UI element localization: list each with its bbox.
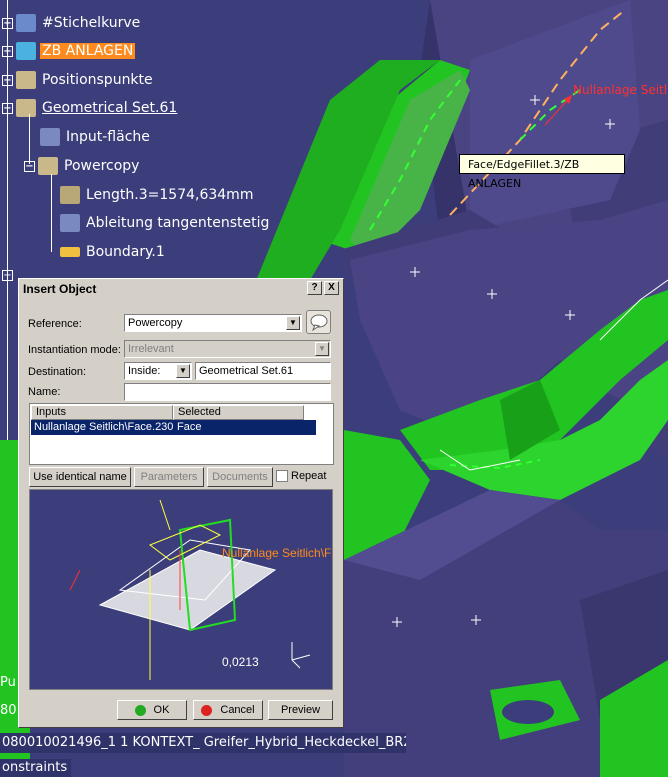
tree-item-ableitung[interactable]: Ableitung tangentenstetig bbox=[60, 213, 271, 233]
ok-button[interactable]: OK bbox=[117, 700, 187, 720]
tree-item-powercopy[interactable]: − Powercopy bbox=[24, 156, 141, 176]
inputs-column-header[interactable]: Inputs bbox=[31, 405, 173, 420]
ok-label: OK bbox=[153, 704, 170, 716]
surface-icon bbox=[40, 128, 60, 146]
instantiation-value: Irrelevant bbox=[128, 343, 174, 355]
close-button[interactable]: X bbox=[324, 281, 339, 295]
inputs-list[interactable]: Inputs Selected Nullanlage Seitlich\Face… bbox=[29, 403, 334, 465]
speech-balloon-icon[interactable] bbox=[306, 310, 331, 334]
surface-icon bbox=[60, 214, 80, 232]
preview-scale: 0,0213 bbox=[222, 655, 259, 669]
documents-button: Documents bbox=[207, 467, 273, 487]
expand-icon[interactable]: + bbox=[2, 270, 13, 281]
dropdown-arrow-icon[interactable]: ▼ bbox=[286, 316, 300, 330]
destination-mode-select[interactable]: Inside: ▼ bbox=[124, 362, 192, 380]
input-cell: Nullanlage Seitlich\Face.230 bbox=[34, 421, 174, 433]
reference-select[interactable]: Powercopy ▼ bbox=[124, 314, 302, 332]
tree-item-zb-anlagen[interactable]: + ZB ANLAGEN bbox=[2, 41, 136, 61]
destination-field[interactable]: Geometrical Set.61 bbox=[195, 362, 331, 380]
insert-object-dialog: Insert Object ? X Reference: Powercopy ▼… bbox=[18, 278, 344, 728]
cancel-label: Cancel bbox=[220, 704, 255, 716]
tree-connector bbox=[7, 0, 8, 440]
parameters-button: Parameters bbox=[134, 467, 204, 487]
reference-value: Powercopy bbox=[128, 317, 183, 329]
instantiation-label: Instantiation mode: bbox=[28, 344, 121, 356]
selected-cell: Face bbox=[177, 421, 202, 433]
tree-connector bbox=[29, 114, 30, 164]
ok-icon bbox=[134, 704, 146, 716]
tree-connector bbox=[51, 174, 52, 252]
powercopy-icon bbox=[38, 157, 58, 175]
dropdown-arrow-icon: ▼ bbox=[315, 342, 329, 356]
table-row[interactable]: Nullanlage Seitlich\Face.230 Face bbox=[31, 420, 316, 435]
cancel-icon bbox=[201, 704, 213, 716]
geometric-set-icon bbox=[16, 42, 36, 60]
reference-label: Reference: bbox=[28, 318, 82, 330]
help-button[interactable]: ? bbox=[307, 281, 322, 295]
boundary-icon bbox=[60, 247, 80, 257]
name-field[interactable] bbox=[124, 383, 331, 401]
selection-tooltip: Face/EdgeFillet.3/ZB ANLAGEN bbox=[459, 154, 625, 190]
cancel-button[interactable]: Cancel bbox=[193, 700, 263, 720]
sketch-curve-icon bbox=[16, 14, 36, 32]
dropdown-arrow-icon[interactable]: ▼ bbox=[176, 364, 190, 378]
tree-item-positionspunkte[interactable]: + Positionspunkte bbox=[2, 70, 155, 90]
geometric-set-icon bbox=[16, 71, 36, 89]
3d-viewport[interactable]: Nullanlage Seitlich Face/EdgeFillet.3/ZB… bbox=[0, 0, 668, 777]
clipped-label: Pu bbox=[0, 675, 16, 690]
tree-item-stichelkurve[interactable]: + #Stichelkurve bbox=[2, 13, 142, 33]
name-label: Name: bbox=[28, 386, 61, 398]
preview-feature-label: Nullanlage Seitlich\F bbox=[222, 546, 332, 560]
tree-item-boundary-1[interactable]: Boundary.1 bbox=[60, 242, 167, 262]
preview-model-icon bbox=[69, 499, 311, 680]
repeat-label: Repeat bbox=[291, 470, 327, 482]
constraints-label: onstraints bbox=[0, 759, 72, 777]
document-name-bar: 080010021496_1 1 KONTEXT_ Greifer_Hybrid… bbox=[0, 733, 406, 753]
geometric-set-icon bbox=[16, 99, 36, 117]
tree-item-input-flaeche[interactable]: Input-fläche bbox=[40, 127, 152, 147]
preview-button[interactable]: Preview bbox=[268, 700, 333, 720]
destination-label: Destination: bbox=[28, 366, 87, 378]
parameter-icon bbox=[60, 186, 80, 204]
destination-mode-value: Inside: bbox=[128, 365, 161, 377]
repeat-checkbox[interactable] bbox=[276, 470, 288, 482]
selected-column-header[interactable]: Selected bbox=[173, 405, 304, 420]
use-identical-name-button[interactable]: Use identical name bbox=[29, 467, 131, 487]
instantiation-select: Irrelevant ▼ bbox=[124, 340, 331, 358]
dialog-title: Insert Object bbox=[20, 280, 342, 298]
feature-label-nullanlage: Nullanlage Seitlich bbox=[573, 83, 668, 97]
powercopy-preview[interactable]: Nullanlage Seitlich\F 0,0213 bbox=[29, 489, 333, 690]
clipped-label: 80 bbox=[0, 703, 17, 718]
tree-item-length-3[interactable]: Length.3=1574,634mm bbox=[60, 185, 255, 205]
